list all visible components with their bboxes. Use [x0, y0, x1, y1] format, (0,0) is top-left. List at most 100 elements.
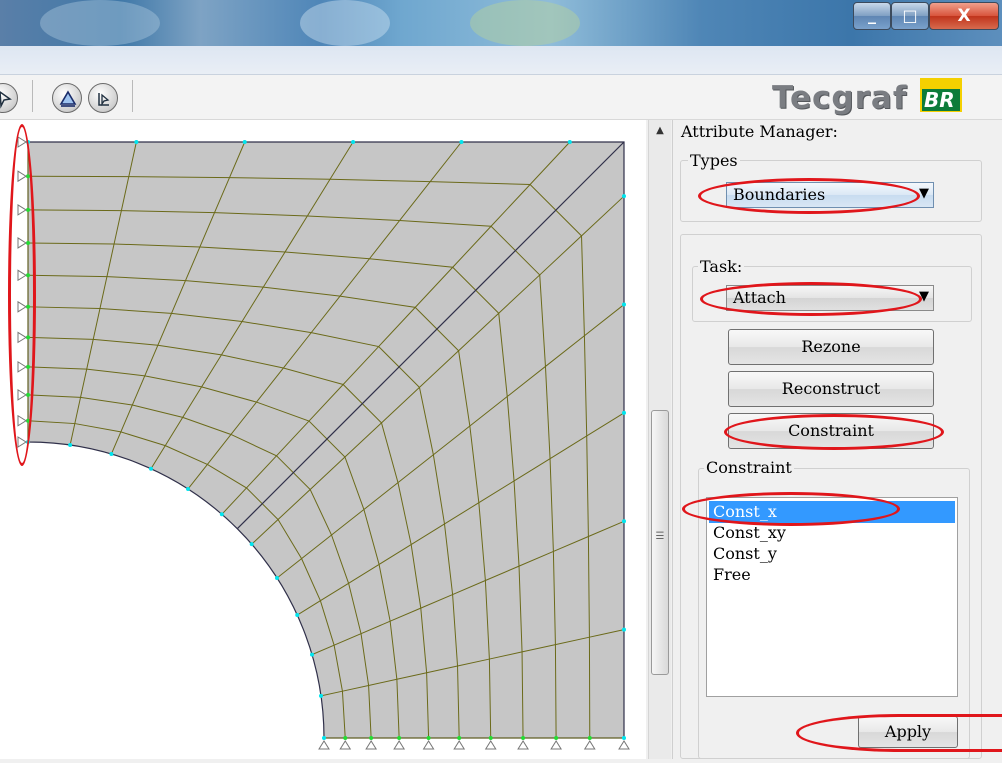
boundary-support-icon: [17, 360, 27, 373]
boundary-support-icon: [17, 237, 27, 249]
boundary-support-icon: [318, 740, 330, 750]
chevron-down-icon: ▼: [919, 289, 929, 304]
boundary-support-icon: [393, 740, 406, 750]
mesh-node: [134, 140, 139, 144]
toolbar-separator: [132, 80, 133, 112]
br-badge-text: BR: [924, 88, 955, 112]
chevron-down-icon: ▼: [919, 186, 929, 201]
boundary-support-icon: [17, 300, 27, 313]
mesh-view[interactable]: [0, 120, 646, 759]
window-title-bar: _ □ X: [0, 0, 1002, 46]
taskbar-thumbnail: [470, 0, 580, 46]
boundary-support-icon: [17, 331, 27, 344]
mesh-node: [622, 302, 626, 307]
boundary-support-icon: [484, 740, 497, 750]
mesh-node: [622, 736, 626, 740]
boundary-support-icon: [618, 740, 630, 750]
constraint-label: Constraint: [704, 458, 794, 477]
boundary-support-icon: [17, 203, 27, 216]
maximize-icon: □: [902, 6, 918, 25]
boundary-triangle-icon: [59, 90, 77, 107]
mesh-node: [186, 486, 191, 491]
minimize-icon: _: [868, 5, 876, 24]
boundary-support-icon: [453, 740, 466, 750]
mesh-node: [295, 613, 300, 618]
mesh-node: [351, 140, 356, 144]
br-badge: BR: [920, 78, 962, 112]
types-dropdown[interactable]: Boundaries ▼: [726, 182, 934, 208]
panel-title: Attribute Manager:: [681, 122, 838, 141]
mesh-node: [109, 451, 114, 456]
apply-button[interactable]: Apply: [858, 716, 958, 748]
mesh-node: [242, 140, 247, 144]
mesh-node: [310, 652, 315, 657]
rezone-button[interactable]: Rezone: [728, 329, 934, 365]
types-label: Types: [688, 151, 740, 170]
constraint-list[interactable]: Const_x Const_xy Const_y Free: [706, 497, 958, 697]
boundary-support-icon: [339, 740, 352, 750]
list-item-const-y[interactable]: Const_y: [709, 543, 955, 565]
mesh-node: [622, 410, 626, 415]
mesh-node: [322, 736, 326, 740]
task-label: Task:: [698, 257, 745, 276]
grip-icon: ☰: [655, 531, 665, 542]
boundary-support-icon: [517, 740, 529, 750]
mesh-node: [219, 512, 224, 517]
mesh-node: [622, 194, 626, 199]
mesh-node: [426, 736, 431, 740]
mesh-node: [521, 736, 526, 740]
mesh-node: [275, 575, 280, 580]
mesh-node: [369, 736, 374, 740]
mesh-node: [343, 736, 348, 740]
mesh-node: [318, 693, 323, 698]
reconstruct-button[interactable]: Reconstruct: [728, 371, 934, 407]
mesh-node: [622, 627, 626, 632]
boundary-support-icon: [550, 740, 563, 750]
tecgraf-logo: Tecgraf BR: [772, 78, 1002, 116]
maximize-button[interactable]: □: [891, 2, 929, 30]
logo-text: Tecgraf: [772, 80, 908, 116]
rotate-select-button[interactable]: [88, 83, 118, 113]
boundary-support-icon: [17, 170, 27, 183]
boundary-support-icon: [17, 436, 27, 448]
toolbar-separator: [32, 80, 33, 112]
taskbar-thumbnail: [300, 0, 390, 46]
select-icon: [0, 91, 12, 109]
list-item-const-xy[interactable]: Const_xy: [709, 522, 955, 544]
scroll-up-icon[interactable]: ▲: [649, 120, 671, 142]
rotate-select-icon: [98, 93, 110, 107]
mesh-node: [488, 736, 493, 740]
mesh-node: [459, 140, 464, 144]
menu-bar: [0, 46, 1002, 75]
boundary-support-icon: [583, 740, 596, 750]
boundary-support-icon: [422, 740, 435, 750]
mesh-node: [148, 466, 153, 471]
minimize-button[interactable]: _: [853, 2, 891, 30]
close-icon: X: [957, 6, 971, 26]
mesh-node: [567, 140, 572, 144]
task-dropdown[interactable]: Attach ▼: [726, 285, 934, 311]
boundary-tool-button[interactable]: [52, 83, 82, 113]
list-item-const-x[interactable]: Const_x: [709, 501, 955, 523]
mesh-node: [397, 736, 402, 740]
scroll-thumb[interactable]: ☰: [651, 410, 669, 675]
close-button[interactable]: X: [929, 2, 999, 30]
drawing-canvas[interactable]: [0, 120, 646, 759]
mesh-node: [249, 542, 254, 547]
mesh-node: [554, 736, 559, 740]
boundary-support-icon: [17, 269, 27, 282]
taskbar-thumbnail: [40, 0, 160, 46]
list-item-free[interactable]: Free: [709, 564, 955, 586]
mesh-node: [622, 519, 626, 524]
task-value: Attach: [733, 288, 786, 307]
boundary-support-icon: [17, 414, 27, 427]
mesh-node: [68, 443, 73, 448]
boundary-support-icon: [17, 136, 27, 148]
mesh-node: [587, 736, 592, 740]
constraint-button[interactable]: Constraint: [728, 413, 934, 449]
types-value: Boundaries: [733, 185, 826, 204]
mesh-node: [457, 736, 462, 740]
vertical-scrollbar[interactable]: ▲ ☰: [648, 120, 671, 759]
boundary-support-icon: [17, 388, 27, 401]
boundary-support-icon: [365, 740, 378, 750]
